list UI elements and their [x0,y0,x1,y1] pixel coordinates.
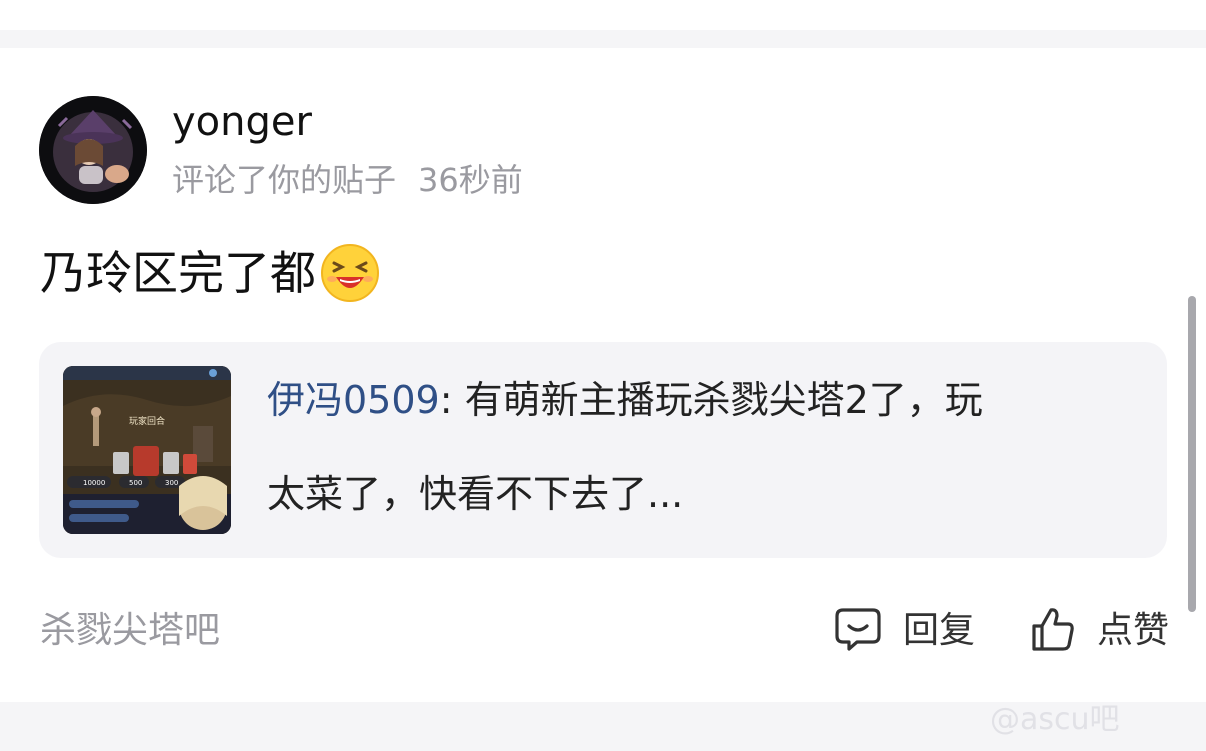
thumbnail-stat1: 10000 [83,479,105,487]
reply-label: 回复 [903,610,976,651]
like-button[interactable]: 点赞 [1031,606,1169,656]
like-label: 点赞 [1097,610,1170,651]
scrollbar[interactable] [1188,296,1196,612]
comment-body: 乃玲区完了都 [40,246,316,300]
quoted-line-2: 太菜了，快看不下去了... [267,472,684,516]
post-thumbnail[interactable]: 玩家回合 10000 500 300 [63,366,231,534]
reply-button[interactable]: 回复 [835,606,975,656]
action-text: 评论了你的贴子 [172,161,397,199]
forum-tag[interactable]: 杀戮尖塔吧 [40,609,220,653]
username[interactable]: yonger [172,98,312,146]
timestamp: 36秒前 [418,161,523,199]
watermark: @ascu吧 [990,702,1120,737]
quoted-line-1: 伊冯0509: 有萌新主播玩杀戮尖塔2了，玩 [267,376,1137,424]
laughing-face-emoji [320,243,380,303]
thumbnail-caption: 玩家回合 [129,415,165,427]
top-strip [0,0,1206,30]
notification-card[interactable]: yonger 评论了你的贴子 36秒前 乃玲区完了都 玩家回合 10000 50… [0,48,1206,702]
quoted-post[interactable]: 玩家回合 10000 500 300 伊冯0509: 有萌新主播玩杀戮尖塔2了，… [39,342,1167,558]
avatar[interactable] [39,96,147,204]
comment-text: 乃玲区完了都 [40,242,380,304]
quoted-line-1-text: : 有萌新主播玩杀戮尖塔2了，玩 [439,378,983,422]
comment-bubble-icon [835,606,881,656]
post-meta: 评论了你的贴子 36秒前 [172,160,523,200]
thumbnail-stat3: 300 [165,479,178,487]
quoted-text: 伊冯0509: 有萌新主播玩杀戮尖塔2了，玩 太菜了，快看不下去了... [267,376,1137,564]
quoted-author[interactable]: 伊冯0509 [267,378,440,422]
thumbnail-stat2: 500 [129,479,142,487]
thumbs-up-icon [1031,606,1075,656]
